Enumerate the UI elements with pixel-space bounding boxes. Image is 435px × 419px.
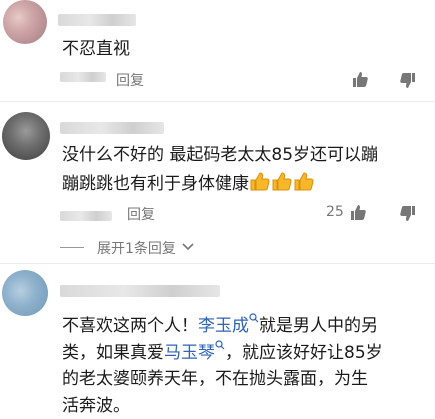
avatar[interactable] — [2, 270, 48, 316]
chevron-down-icon — [182, 243, 194, 251]
comment-text-line: 没什么不好的 最起码老太太85岁还可以蹦 — [62, 145, 379, 165]
comment-text-segment: 蹦跳跳也有利于身体健康 — [62, 174, 249, 194]
comment-text-line: 的老太婆颐养天年，不在抛头露面，为生 — [62, 369, 368, 389]
comment-text-segment: 类，如果真爱 — [62, 343, 164, 363]
thumbs-up-icon[interactable] — [349, 203, 367, 221]
thumbs-up-icon[interactable] — [351, 70, 369, 88]
mention-link-ma-yuqin[interactable]: 马玉琴 — [164, 340, 225, 363]
reply-button[interactable]: 回复 — [116, 70, 144, 90]
username-blurred[interactable] — [60, 285, 220, 297]
timestamp-blurred — [60, 211, 112, 221]
timestamp-blurred — [60, 72, 106, 82]
mention-name: 李玉成 — [198, 316, 249, 336]
username-blurred[interactable] — [60, 122, 164, 134]
username-blurred[interactable] — [58, 14, 136, 26]
reply-button[interactable]: 回复 — [127, 204, 155, 224]
comment-text-line: 蹦跳跳也有利于身体健康 — [62, 170, 315, 200]
comment-text-segment: 不喜欢这两个人！ — [62, 316, 198, 336]
divider — [0, 263, 435, 264]
comment-text-line: 类，如果真爱马玉琴 ，就应该好好让85岁 — [62, 340, 383, 366]
mention-name: 马玉琴 — [164, 343, 215, 363]
thumbs-up-emoji-group — [249, 170, 315, 200]
comment-text-segment: ，就应该好好让85岁 — [225, 343, 383, 363]
like-count: 25 — [326, 204, 344, 220]
search-icon — [215, 340, 225, 350]
comment-text-segment: 就是男人中的另 — [259, 316, 378, 336]
comment-text-line: 不喜欢这两个人！李玉成 就是男人中的另 — [62, 313, 378, 339]
divider — [0, 101, 435, 102]
thumbs-up-emoji — [250, 172, 314, 191]
comment-text-line: 活奔波。 — [62, 396, 130, 416]
expand-replies-button[interactable]: 展开1条回复 — [97, 238, 194, 258]
thumbs-down-icon[interactable] — [399, 72, 417, 90]
thumbs-down-icon[interactable] — [399, 205, 417, 223]
expand-line — [60, 247, 84, 248]
expand-replies-label: 展开1条回复 — [97, 241, 176, 257]
search-icon — [249, 313, 259, 323]
comment-text: 不忍直视 — [62, 39, 130, 59]
avatar[interactable] — [3, 0, 47, 44]
avatar[interactable] — [2, 112, 50, 160]
mention-link-li-yucheng[interactable]: 李玉成 — [198, 313, 259, 336]
